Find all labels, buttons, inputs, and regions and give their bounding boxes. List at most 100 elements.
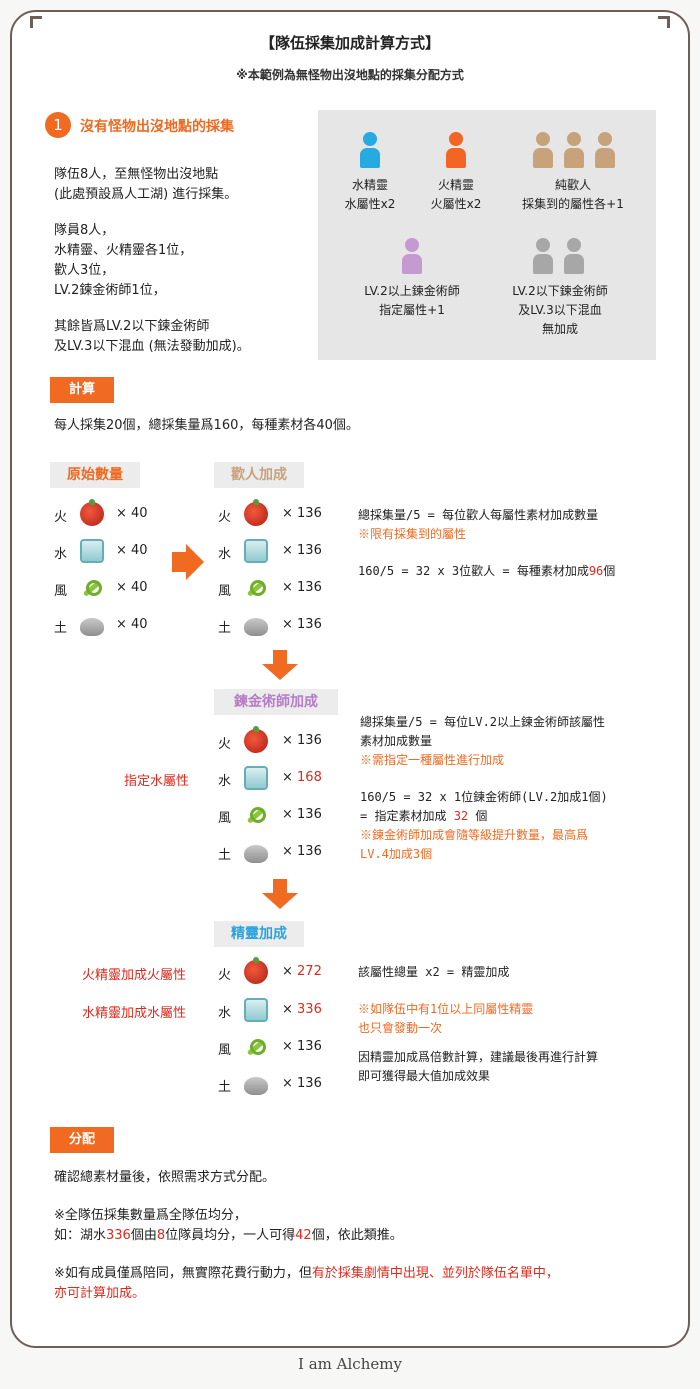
text-highlight: 336	[106, 1228, 131, 1243]
note-line: 素材加成數量	[360, 734, 433, 748]
element-fire-label: 火	[218, 968, 232, 983]
text-line: 如：湖水336個由8位隊員均分，一人可得42個，依此類推。	[54, 1226, 559, 1246]
spirit-wind-qty: × 136	[282, 1039, 322, 1054]
label-line: 火屬性x2	[430, 197, 482, 211]
beast-earth-qty: × 136	[282, 617, 322, 632]
qty-prefix: ×	[282, 1002, 298, 1017]
label-line: LV.2以上鍊金術師	[364, 284, 460, 298]
element-water-label: 水	[54, 547, 68, 562]
water-spirit-figure-icon	[360, 132, 380, 168]
footer-brand: I am Alchemy	[298, 1355, 402, 1373]
label-line: 火精靈	[437, 178, 474, 192]
qty-prefix: ×	[282, 770, 298, 785]
beast-figure-icon	[533, 132, 553, 168]
element-fire-label: 火	[218, 510, 232, 525]
beast-fire-qty: × 136	[282, 506, 322, 521]
column-original-head: 原始數量	[50, 462, 140, 488]
earth-material-icon	[244, 1077, 268, 1095]
arrow-down-icon	[273, 650, 287, 664]
page-title: 【隊伍採集加成計算方式】	[259, 34, 440, 52]
column-spirit-head: 精靈加成	[214, 921, 304, 947]
note-line: ※如隊伍中有1位以上同屬性精靈	[358, 1002, 534, 1016]
beast-figure-icon	[564, 132, 584, 168]
corner-decoration-icon	[658, 16, 670, 28]
column-alchemist-head: 鍊金術師加成	[214, 689, 338, 715]
spirit-water-qty: × 336	[282, 1002, 322, 1017]
label-line: 採集到的屬性各+1	[522, 197, 624, 211]
element-earth-label: 土	[218, 1080, 232, 1095]
text-line: 隊員8人，	[54, 223, 115, 238]
mixed-label: LV.2以下鍊金術師 及LV.3以下混血 無加成	[490, 282, 630, 339]
text-span: 個，依此類推。	[311, 1228, 403, 1243]
team-description: 隊伍8人，至無怪物出沒地點 (此處預設爲人工湖) 進行採集。 隊員8人， 水精靈…	[54, 165, 250, 357]
text-line: ※全隊伍採集數量爲全隊伍均分，	[54, 1208, 247, 1223]
beast-wind-qty: × 136	[282, 580, 322, 595]
element-fire-label: 火	[218, 737, 232, 752]
corner-decoration-icon	[30, 16, 42, 28]
arrow-right-icon	[172, 552, 186, 572]
element-fire-label: 火	[54, 510, 68, 525]
distribution-text: 確認總素材量後，依照需求方式分配。 ※全隊伍採集數量爲全隊伍均分， 如：湖水33…	[54, 1168, 559, 1304]
alch-fire-qty: × 136	[282, 733, 322, 748]
alch-water-note: 指定水屬性	[124, 774, 190, 789]
text-line: 及LV.3以下混血 (無法發動加成)。	[54, 339, 250, 354]
fire-spirit-figure-icon	[446, 132, 466, 168]
element-water-label: 水	[218, 1006, 232, 1021]
note-line: = 指定素材加成 32 個	[360, 807, 608, 826]
text-line: ※如有成員僅爲陪同，無實際花費行動力，但有於採集劇情中出現、並列於隊伍名單中，	[54, 1264, 559, 1284]
text-line: 歡人3位，	[54, 263, 115, 278]
note-highlight: 96	[588, 564, 604, 578]
note-text: 160/5 = 32 x 3位歡人 = 每種素材加成	[358, 564, 589, 578]
earth-material-icon	[244, 618, 268, 636]
wind-material-icon	[244, 1035, 268, 1059]
label-line: 指定屬性+1	[379, 303, 445, 317]
fire-material-icon	[244, 957, 268, 984]
note-line: 因精靈加成爲倍數計算，建議最後再進行計算	[358, 1050, 599, 1064]
fire-material-icon	[244, 499, 268, 526]
spirit-bonus-note: 該屬性總量 x2 = 精靈加成 ※如隊伍中有1位以上同屬性精靈 也只會發動一次 …	[358, 963, 598, 1086]
element-earth-label: 土	[218, 621, 232, 636]
note-line: 也只會發動一次	[358, 1021, 443, 1035]
text-span: 如：湖水	[54, 1228, 107, 1243]
calc-tag: 計算	[50, 377, 114, 403]
section-number: 1	[45, 112, 71, 138]
note-line: 即可獲得最大值加成效果	[358, 1069, 491, 1083]
element-wind-label: 風	[54, 584, 68, 599]
note-line: 總採集量/5 = 每位LV.2以上鍊金術師該屬性	[360, 715, 606, 729]
spirit-fire-qty: × 272	[282, 964, 322, 979]
water-spirit-label: 水精靈 水屬性x2	[330, 176, 410, 214]
column-beast-head: 歡人加成	[214, 462, 304, 488]
note-line: LV.4加成3個	[360, 847, 433, 861]
water-material-icon	[244, 539, 268, 563]
text-line: LV.2鍊金術師1位，	[54, 283, 166, 298]
note-text: = 指定素材加成	[360, 809, 454, 823]
label-line: 純歡人	[554, 178, 591, 192]
text-highlight: 42	[295, 1228, 312, 1243]
alch-earth-qty: × 136	[282, 844, 322, 859]
mixed-figure-icon	[564, 238, 584, 274]
text-line: 隊伍8人，至無怪物出沒地點	[54, 167, 219, 182]
orig-earth-qty: × 40	[116, 617, 148, 632]
label-line: 無加成	[541, 322, 578, 336]
water-material-icon	[80, 539, 104, 563]
spirit-earth-qty: × 136	[282, 1076, 322, 1091]
element-wind-label: 風	[218, 1043, 232, 1058]
arrow-down-icon	[273, 879, 287, 893]
note-line: 總採集量/5 = 每位歡人每屬性素材加成數量	[358, 508, 599, 522]
text-span: ※如有成員僅爲陪同，無實際花費行動力，但	[54, 1266, 312, 1281]
element-earth-label: 土	[218, 848, 232, 863]
qty-value: 168	[297, 770, 322, 785]
water-material-icon	[244, 998, 268, 1022]
note-text: 個	[603, 564, 616, 578]
text-highlight: 有於採集劇情中出現、並列於隊伍名單中，	[311, 1266, 559, 1281]
beast-label: 純歡人採集到的屬性各+1	[503, 176, 643, 214]
element-water-label: 水	[218, 547, 232, 562]
arrow-down-icon	[262, 893, 298, 909]
text-line: 確認總素材量後，依照需求方式分配。	[54, 1170, 276, 1185]
label-line: 水屬性x2	[344, 197, 396, 211]
note-line: 該屬性總量 x2 = 精靈加成	[358, 965, 510, 979]
qty-value: 336	[297, 1002, 322, 1017]
note-line: ※限有採集到的屬性	[358, 527, 467, 541]
alch-water-qty: × 168	[282, 770, 322, 785]
distribution-tag: 分配	[50, 1127, 114, 1153]
